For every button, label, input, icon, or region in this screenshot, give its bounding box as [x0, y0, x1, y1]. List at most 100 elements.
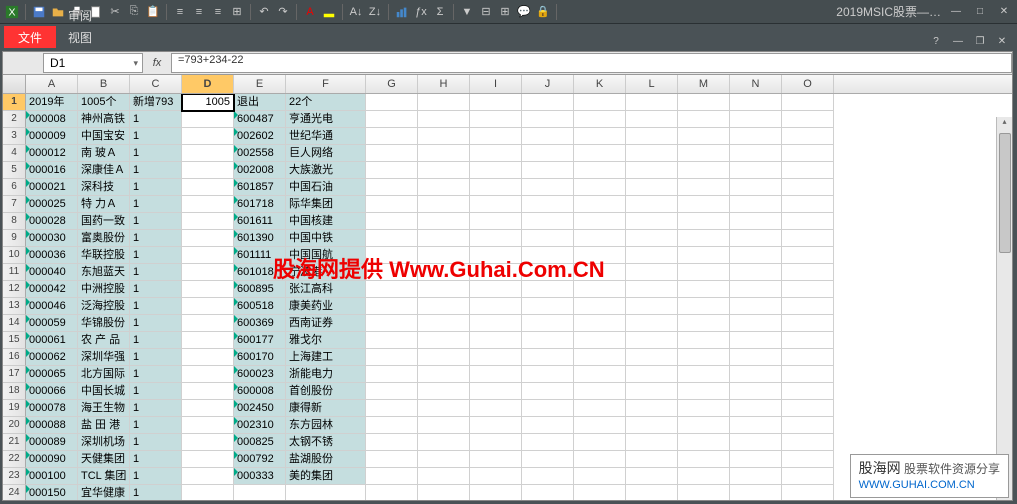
cell-F16[interactable]: 上海建工 [286, 349, 366, 366]
cell-A1[interactable]: 2019年 [26, 94, 78, 111]
cell-J3[interactable] [522, 128, 574, 145]
cell-M24[interactable] [678, 485, 730, 500]
cell-A17[interactable]: 000065 [26, 366, 78, 383]
cell-J20[interactable] [522, 417, 574, 434]
cell-C14[interactable]: 1 [130, 315, 182, 332]
vertical-scrollbar[interactable] [996, 117, 1012, 500]
cell-E17[interactable]: 600023 [234, 366, 286, 383]
cell-F5[interactable]: 大族激光 [286, 162, 366, 179]
cell-M5[interactable] [678, 162, 730, 179]
cell-N19[interactable] [730, 400, 782, 417]
cell-D23[interactable] [182, 468, 234, 485]
cell-K1[interactable] [574, 94, 626, 111]
cell-I5[interactable] [470, 162, 522, 179]
cell-L24[interactable] [626, 485, 678, 500]
cell-L7[interactable] [626, 196, 678, 213]
cell-D8[interactable] [182, 213, 234, 230]
cell-B9[interactable]: 富奥股份 [78, 230, 130, 247]
cell-M20[interactable] [678, 417, 730, 434]
cell-F10[interactable]: 中国国航 [286, 247, 366, 264]
column-header-J[interactable]: J [522, 75, 574, 93]
cell-L17[interactable] [626, 366, 678, 383]
cell-G14[interactable] [366, 315, 418, 332]
row-header[interactable]: 13 [3, 298, 26, 315]
cell-D11[interactable] [182, 264, 234, 281]
cell-K15[interactable] [574, 332, 626, 349]
row-header[interactable]: 20 [3, 417, 26, 434]
cell-J14[interactable] [522, 315, 574, 332]
select-all-corner[interactable] [3, 75, 26, 93]
cell-A2[interactable]: 000008 [26, 111, 78, 128]
cell-E23[interactable]: 000333 [234, 468, 286, 485]
cell-K23[interactable] [574, 468, 626, 485]
cell-B8[interactable]: 国药一致 [78, 213, 130, 230]
cell-H2[interactable] [418, 111, 470, 128]
cell-A8[interactable]: 000028 [26, 213, 78, 230]
row-header[interactable]: 4 [3, 145, 26, 162]
cell-K3[interactable] [574, 128, 626, 145]
cell-C9[interactable]: 1 [130, 230, 182, 247]
cell-M16[interactable] [678, 349, 730, 366]
cell-B22[interactable]: 天健集团 [78, 451, 130, 468]
cell-H16[interactable] [418, 349, 470, 366]
cell-D22[interactable] [182, 451, 234, 468]
cell-K19[interactable] [574, 400, 626, 417]
cell-K11[interactable] [574, 264, 626, 281]
cell-G23[interactable] [366, 468, 418, 485]
cell-J16[interactable] [522, 349, 574, 366]
cell-D4[interactable] [182, 145, 234, 162]
cell-O7[interactable] [782, 196, 834, 213]
cell-A5[interactable]: 000016 [26, 162, 78, 179]
sum-icon[interactable]: Σ [432, 4, 448, 20]
column-header-O[interactable]: O [782, 75, 834, 93]
child-minimize-button[interactable]: — [949, 34, 967, 48]
cell-A3[interactable]: 000009 [26, 128, 78, 145]
cell-L19[interactable] [626, 400, 678, 417]
name-box[interactable]: D1 [43, 53, 143, 73]
cell-L16[interactable] [626, 349, 678, 366]
cell-N6[interactable] [730, 179, 782, 196]
cell-G16[interactable] [366, 349, 418, 366]
cell-O23[interactable] [782, 468, 834, 485]
cell-B23[interactable]: TCL 集团 [78, 468, 130, 485]
cell-H15[interactable] [418, 332, 470, 349]
cell-L9[interactable] [626, 230, 678, 247]
cell-J15[interactable] [522, 332, 574, 349]
cell-N4[interactable] [730, 145, 782, 162]
cell-H9[interactable] [418, 230, 470, 247]
cell-G6[interactable] [366, 179, 418, 196]
cell-O3[interactable] [782, 128, 834, 145]
cell-H7[interactable] [418, 196, 470, 213]
cell-O15[interactable] [782, 332, 834, 349]
cell-O9[interactable] [782, 230, 834, 247]
cell-E3[interactable]: 002602 [234, 128, 286, 145]
cell-D7[interactable] [182, 196, 234, 213]
cell-I2[interactable] [470, 111, 522, 128]
cell-O20[interactable] [782, 417, 834, 434]
cell-F9[interactable]: 中国中铁 [286, 230, 366, 247]
cell-K7[interactable] [574, 196, 626, 213]
undo-icon[interactable]: ↶ [256, 4, 272, 20]
cell-F15[interactable]: 雅戈尔 [286, 332, 366, 349]
cell-I6[interactable] [470, 179, 522, 196]
cell-L21[interactable] [626, 434, 678, 451]
cell-H22[interactable] [418, 451, 470, 468]
cell-L3[interactable] [626, 128, 678, 145]
cell-I18[interactable] [470, 383, 522, 400]
cell-C12[interactable]: 1 [130, 281, 182, 298]
cell-O4[interactable] [782, 145, 834, 162]
row-header[interactable]: 17 [3, 366, 26, 383]
cell-J12[interactable] [522, 281, 574, 298]
cell-A20[interactable]: 000088 [26, 417, 78, 434]
cell-C13[interactable]: 1 [130, 298, 182, 315]
cell-L18[interactable] [626, 383, 678, 400]
cell-O6[interactable] [782, 179, 834, 196]
minimize-button[interactable]: — [947, 5, 965, 19]
cell-B1[interactable]: 1005个 [78, 94, 130, 111]
column-header-D[interactable]: D [182, 75, 234, 93]
cell-H10[interactable] [418, 247, 470, 264]
cell-D16[interactable] [182, 349, 234, 366]
cell-F11[interactable]: 宁波港 [286, 264, 366, 281]
cell-G20[interactable] [366, 417, 418, 434]
cell-J13[interactable] [522, 298, 574, 315]
